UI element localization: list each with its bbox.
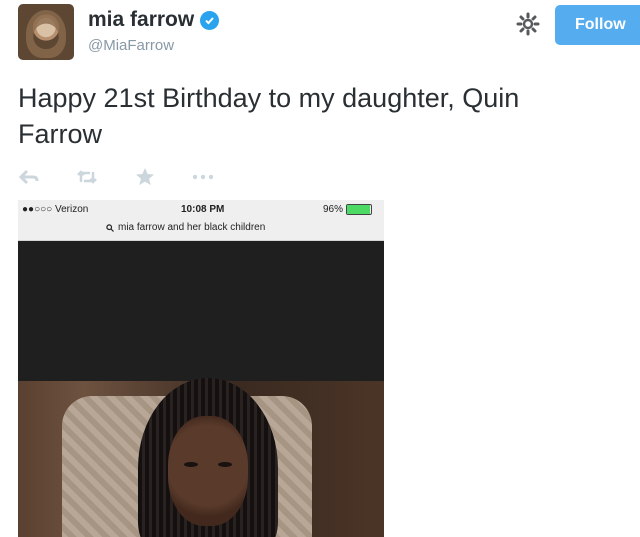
tweet-line-2: Farrow — [18, 119, 103, 149]
verified-badge-icon — [200, 10, 220, 30]
tweet-text: Happy 21st Birthday to my daughter, Quin… — [18, 80, 640, 152]
battery-icon — [346, 204, 372, 215]
search-icon — [106, 223, 114, 232]
follow-button[interactable]: Follow — [555, 5, 640, 45]
star-icon[interactable] — [134, 166, 156, 188]
tweet-actions — [18, 166, 250, 188]
tweet-line-1: Happy 21st Birthday to my daughter, Quin — [18, 83, 520, 113]
battery-fill — [347, 205, 371, 214]
reply-icon[interactable] — [18, 166, 40, 188]
carrier-label: ●●○○○ Verizon — [22, 204, 89, 215]
portrait-eye-left — [184, 462, 198, 467]
portrait-face — [168, 416, 248, 526]
phone-status-bar: ●●○○○ Verizon 10:08 PM 96% mia farrow an… — [18, 200, 384, 241]
clock-label: 10:08 PM — [181, 204, 225, 215]
user-name-row: mia farrow — [88, 8, 220, 32]
dark-band — [18, 241, 384, 381]
avatar[interactable] — [18, 4, 74, 60]
gear-icon[interactable] — [515, 11, 541, 37]
more-icon[interactable] — [192, 166, 214, 188]
battery-percent: 96% — [322, 204, 343, 215]
user-name[interactable]: mia farrow — [88, 8, 194, 32]
search-query-row: mia farrow and her black children — [106, 222, 265, 233]
portrait-eye-right — [218, 462, 232, 467]
attached-photo[interactable]: ●●○○○ Verizon 10:08 PM 96% mia farrow an… — [18, 200, 384, 537]
avatar-hair — [26, 10, 66, 58]
retweet-icon[interactable] — [76, 166, 98, 188]
search-query: mia farrow and her black children — [118, 222, 266, 233]
battery-indicator: 96% — [323, 204, 372, 215]
user-handle[interactable]: @MiaFarrow — [88, 37, 174, 54]
